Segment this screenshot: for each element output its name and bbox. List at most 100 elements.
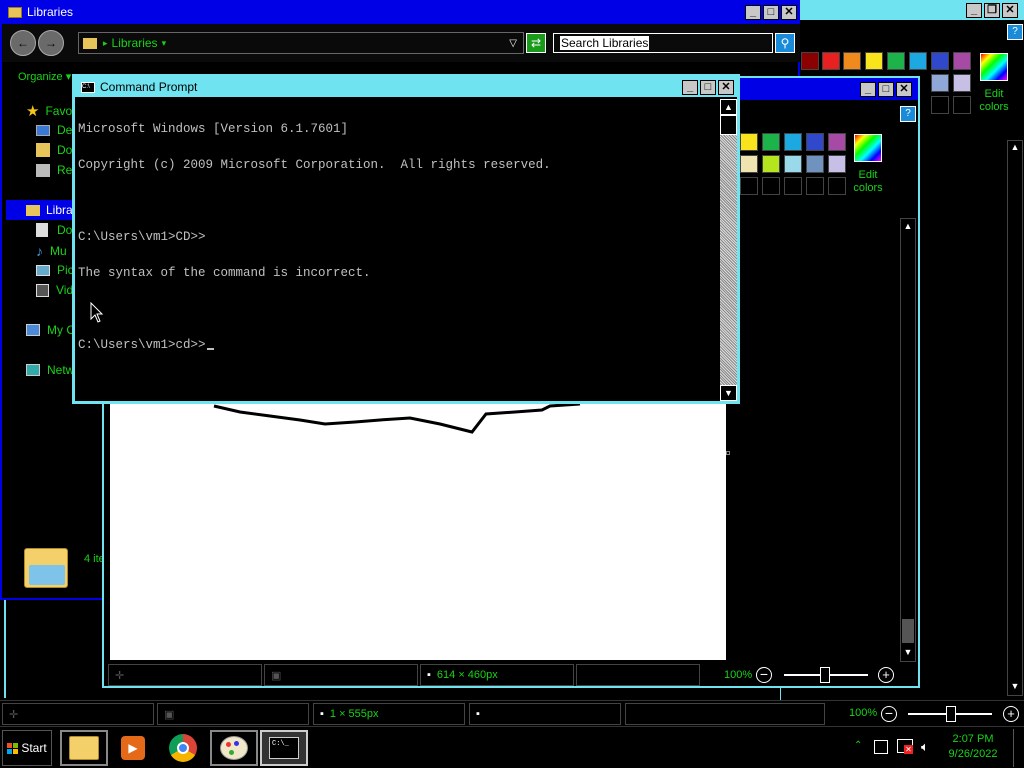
zoom-slider-thumb[interactable] (820, 667, 830, 683)
maximize-button[interactable]: □ (700, 79, 716, 95)
scroll-down-icon[interactable]: ▼ (1009, 681, 1021, 693)
color-swatch[interactable] (806, 155, 824, 173)
scroll-up-icon[interactable]: ▲ (902, 221, 914, 233)
color-swatch[interactable] (740, 133, 758, 151)
scroll-thumb[interactable] (902, 619, 914, 643)
volume-icon[interactable]: 🔈︎ (921, 739, 929, 755)
cmd-output[interactable]: Microsoft Windows [Version 6.1.7601] Cop… (78, 99, 718, 399)
minimize-button[interactable]: _ (682, 79, 698, 95)
color-swatch[interactable] (762, 133, 780, 151)
minimize-button[interactable]: _ (966, 3, 982, 18)
color-swatch[interactable] (865, 52, 883, 70)
address-bar[interactable]: ▸ Libraries ▾ ▽ (78, 32, 524, 54)
search-button[interactable]: ⚲ (775, 33, 795, 53)
show-desktop-button[interactable] (1013, 729, 1022, 767)
color-swatch[interactable] (828, 133, 846, 151)
close-button[interactable]: ✕ (718, 79, 734, 95)
scroll-up-icon[interactable]: ▲ (720, 99, 737, 115)
color-swatch[interactable] (784, 155, 802, 173)
nav-item-favorites[interactable]: ★ Favo (26, 102, 72, 120)
scroll-down-icon[interactable]: ▼ (720, 385, 737, 401)
color-swatch[interactable] (740, 155, 758, 173)
color-swatch[interactable] (828, 155, 846, 173)
nav-item-music[interactable]: ♪ Mu (36, 243, 67, 259)
taskbar-paint-button[interactable] (210, 730, 258, 766)
maximize-button[interactable]: □ (763, 4, 779, 20)
breadcrumb-chevron-icon[interactable]: ▾ (162, 38, 167, 49)
nav-item-computer[interactable]: My C (26, 323, 75, 337)
taskbar-explorer-button[interactable] (60, 730, 108, 766)
color-swatch[interactable] (931, 52, 949, 70)
videos-icon (36, 283, 49, 297)
color-swatch[interactable] (801, 52, 819, 70)
edit-colors-icon[interactable] (980, 53, 1008, 81)
color-swatch[interactable] (931, 74, 949, 92)
refresh-button[interactable]: ⇄ (526, 33, 546, 53)
nav-item-documents[interactable]: Do (36, 223, 72, 237)
nav-item-downloads[interactable]: Do (36, 143, 72, 157)
color-swatch[interactable] (762, 155, 780, 173)
organize-menu[interactable]: Organize ▾ (18, 70, 71, 83)
color-swatch[interactable] (909, 52, 927, 70)
taskbar-cmd-button[interactable]: C:\_ (260, 730, 308, 766)
edit-colors-label[interactable]: Edit colors (976, 88, 1012, 114)
clock[interactable]: 2:07 PM 9/26/2022 (940, 732, 1006, 762)
scroll-thumb[interactable] (720, 115, 737, 135)
forward-button[interactable]: → (38, 30, 64, 56)
color-swatch[interactable] (806, 133, 824, 151)
maximize-button[interactable]: □ (878, 82, 894, 97)
zoom-out-icon[interactable]: − (881, 706, 897, 722)
color-swatch[interactable] (822, 52, 840, 70)
minimize-button[interactable]: _ (745, 4, 761, 20)
cmd-vertical-scrollbar[interactable]: ▲ ▼ (720, 99, 737, 401)
nav-item-network[interactable]: Netw (26, 363, 74, 377)
taskbar-media-player-button[interactable]: ▶ (110, 730, 156, 766)
color-swatch[interactable] (740, 177, 758, 195)
address-text[interactable]: Libraries (112, 36, 158, 50)
color-swatch[interactable] (762, 177, 780, 195)
close-button[interactable]: ✕ (1002, 3, 1018, 18)
color-swatch[interactable] (784, 177, 802, 195)
organize-label[interactable]: Organize (18, 71, 63, 83)
color-swatch[interactable] (953, 74, 971, 92)
zoom-out-icon[interactable]: − (756, 667, 772, 683)
address-dropdown-icon[interactable]: ▽ (509, 38, 517, 49)
help-icon[interactable]: ? (1007, 24, 1023, 40)
help-icon[interactable]: ? (900, 106, 916, 122)
nav-item-desktop[interactable]: De (36, 123, 72, 137)
nav-item-recent[interactable]: Re (36, 163, 72, 177)
close-button[interactable]: ✕ (896, 82, 912, 97)
nav-item-pictures[interactable]: Pic (36, 263, 74, 277)
start-button[interactable]: Start (2, 730, 52, 766)
search-input[interactable]: Search Libraries (553, 33, 773, 53)
nav-item-videos[interactable]: Vid (36, 283, 73, 297)
back-arrow-icon: ← (17, 36, 29, 50)
taskbar-chrome-button[interactable] (160, 730, 206, 766)
back-button[interactable]: ← (10, 30, 36, 56)
color-swatch[interactable] (887, 52, 905, 70)
zoom-in-icon[interactable]: + (878, 667, 894, 683)
zoom-slider-thumb[interactable] (946, 706, 956, 722)
canvas-resize-handle[interactable] (726, 451, 730, 455)
paint-canvas[interactable] (110, 400, 726, 660)
color-swatch[interactable] (931, 96, 949, 114)
vertical-scrollbar[interactable]: ▲ ▼ (1007, 140, 1023, 696)
close-button[interactable]: ✕ (781, 4, 797, 20)
color-swatch[interactable] (828, 177, 846, 195)
scroll-up-icon[interactable]: ▲ (1009, 142, 1021, 154)
color-swatch[interactable] (843, 52, 861, 70)
network-status-icon[interactable]: ✕ (897, 739, 913, 754)
edit-colors-label[interactable]: Edit colors (848, 169, 888, 195)
edit-colors-icon[interactable] (854, 134, 882, 162)
color-swatch[interactable] (784, 133, 802, 151)
restore-button[interactable]: ❐ (984, 3, 1000, 18)
color-swatch[interactable] (953, 52, 971, 70)
scroll-down-icon[interactable]: ▼ (902, 647, 914, 659)
minimize-button[interactable]: _ (860, 82, 876, 97)
action-center-icon[interactable] (874, 740, 888, 754)
color-swatch[interactable] (806, 177, 824, 195)
show-hidden-icons-button[interactable]: ⌃ (854, 740, 862, 751)
vertical-scrollbar[interactable]: ▲ ▼ (900, 218, 916, 662)
zoom-in-icon[interactable]: + (1003, 706, 1019, 722)
color-swatch[interactable] (953, 96, 971, 114)
